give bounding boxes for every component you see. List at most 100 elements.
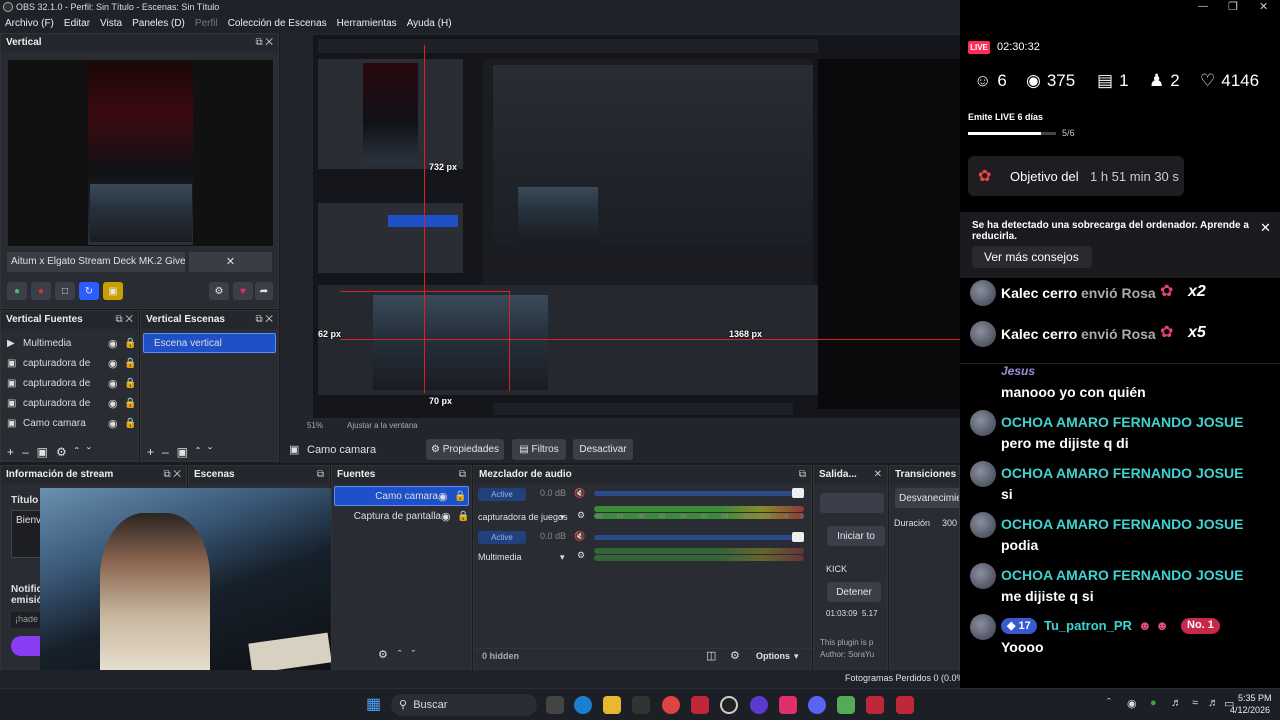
app-icon[interactable] (837, 696, 855, 714)
duration-value[interactable]: 300 (942, 518, 957, 528)
menu-ayuda[interactable]: Ayuda (H) (407, 18, 452, 33)
menu-editar[interactable]: Editar (64, 18, 90, 33)
app-icon[interactable] (866, 696, 884, 714)
clock-time[interactable]: 5:35 PM (1238, 693, 1272, 703)
mixer-options-button[interactable]: Options (756, 651, 790, 661)
tiktok-icon[interactable] (779, 696, 797, 714)
maximize-button[interactable]: ❐ (1228, 0, 1238, 13)
stop-stream-button[interactable]: Detener (827, 582, 881, 602)
visibility-icon[interactable]: ◉ (441, 510, 457, 523)
output-blank-button[interactable] (820, 493, 884, 513)
replay-icon[interactable]: ↻ (79, 282, 99, 300)
sources-toolbar[interactable]: ⚙ˆˇ (378, 648, 425, 661)
tray-chevron-icon[interactable]: ˆ (1107, 697, 1111, 709)
heart-icon[interactable]: ♥ (233, 282, 253, 300)
lock-icon[interactable]: 🔒 (124, 398, 138, 409)
options-chevron-icon[interactable]: ▾ (794, 651, 799, 662)
dock-close-icon[interactable]: ✕ (874, 469, 882, 481)
zoom-level[interactable]: 51% (307, 421, 323, 430)
visibility-icon[interactable]: ◉ (108, 417, 124, 430)
dock-float-icon[interactable]: ⧉ (459, 469, 466, 481)
tray-app-icon[interactable]: ● (1150, 697, 1157, 709)
volume-slider-handle[interactable] (792, 532, 804, 542)
volume-slider-handle[interactable] (792, 488, 804, 498)
lock-icon[interactable]: 🔒 (124, 358, 138, 369)
visibility-icon[interactable]: ◉ (108, 337, 124, 350)
scenes-toolbar-icons[interactable]: +–▣ˆˇ (147, 445, 220, 459)
app-icon[interactable] (691, 696, 709, 714)
mixer-settings-icon[interactable]: ⚙ (730, 649, 740, 662)
dock-float-icon[interactable]: ⧉ (317, 469, 324, 481)
tray-app-icon[interactable]: ◉ (1127, 697, 1137, 710)
transition-select[interactable]: Desvanecimien (895, 488, 959, 508)
chrome-icon[interactable] (662, 696, 680, 714)
dock-float-icon[interactable]: ⧉ (799, 469, 806, 481)
filters-button[interactable]: ▤ Filtros (512, 439, 566, 460)
channel-settings-icon[interactable]: ⚙ (577, 550, 585, 561)
close-warning-icon[interactable]: ✕ (1260, 220, 1271, 236)
settings-gear-icon[interactable]: ⚙ (209, 282, 229, 300)
edge-icon[interactable] (574, 696, 592, 714)
vertical-source-row[interactable]: ▣ capturadora de ◉ 🔒 (1, 393, 138, 413)
discord-icon[interactable] (808, 696, 826, 714)
main-preview-canvas[interactable] (313, 35, 960, 418)
source-row-camo[interactable]: Camo camara ◉ 🔒 (334, 486, 469, 506)
clock-date[interactable]: 4/12/2026 (1230, 705, 1270, 715)
dock-close-icon[interactable]: ⧉ ✕ (163, 469, 181, 481)
record-toggle-icon[interactable]: ● (7, 282, 27, 300)
volume-icon[interactable]: ♬ (1208, 697, 1219, 709)
fit-to-window[interactable]: Ajustar a la ventana (347, 421, 418, 430)
square-icon[interactable]: □ (55, 282, 75, 300)
task-view-icon[interactable] (546, 696, 564, 714)
visibility-icon[interactable]: ◉ (108, 377, 124, 390)
vertical-source-row[interactable]: ▣ Camo camara ◉ 🔒 (1, 413, 138, 433)
dock-close-icon[interactable]: ⧉ ✕ (115, 314, 133, 326)
obs-icon[interactable] (720, 696, 738, 714)
app-icon[interactable] (896, 696, 914, 714)
visibility-icon[interactable]: ◉ (108, 397, 124, 410)
close-window-button[interactable]: ✕ (1259, 0, 1268, 13)
properties-button[interactable]: ⚙ Propiedades (426, 439, 504, 460)
vertical-source-row[interactable]: ▶ Multimedia ◉ 🔒 (1, 333, 138, 353)
mute-icon[interactable]: 🔇 (574, 488, 585, 499)
vertical-preview[interactable] (8, 60, 273, 246)
menu-coleccion[interactable]: Colección de Escenas (228, 18, 327, 33)
menu-herramientas[interactable]: Herramientas (337, 18, 397, 33)
microphone-icon[interactable]: ♬ (1171, 697, 1182, 709)
channel-menu-icon[interactable]: ▾ (560, 552, 565, 563)
channel-menu-icon[interactable]: ▾ (560, 512, 565, 523)
menu-paneles[interactable]: Paneles (D) (132, 18, 185, 33)
hidden-count[interactable]: 0 hidden (482, 651, 519, 661)
scene-item-escena-vertical[interactable]: Escena vertical (143, 333, 276, 353)
menu-vista[interactable]: Vista (100, 18, 122, 33)
sources-toolbar-icons[interactable]: +–▣⚙ˆˇ (7, 445, 99, 459)
dock-close-icon[interactable]: ⧉ ✕ (255, 314, 273, 326)
lock-icon[interactable]: 🔒 (124, 418, 138, 429)
lock-icon[interactable]: 🔒 (457, 511, 471, 522)
channel-settings-icon[interactable]: ⚙ (577, 510, 585, 521)
lock-icon[interactable]: 🔒 (124, 378, 138, 389)
vertical-source-row[interactable]: ▣ capturadora de ◉ 🔒 (1, 373, 138, 393)
mute-icon[interactable]: 🔇 (574, 531, 585, 542)
visibility-icon[interactable]: ◉ (108, 357, 124, 370)
visibility-icon[interactable]: ◉ (438, 490, 454, 503)
stream-toggle-icon[interactable]: ● (31, 282, 51, 300)
menu-perfil[interactable]: Perfil (195, 18, 218, 33)
dock-float-close-icon[interactable]: ⧉ ✕ (255, 37, 273, 49)
deactivate-button[interactable]: Desactivar (573, 439, 633, 460)
lock-icon[interactable]: 🔒 (454, 491, 468, 502)
goal-card[interactable]: ✿ Objetivo del 1 h 51 min 30 s (968, 156, 1184, 196)
app-icon[interactable] (750, 696, 768, 714)
menu-archivo[interactable]: Archivo (F) (5, 18, 54, 33)
volume-slider[interactable] (594, 535, 804, 540)
windows-start-icon[interactable]: ▦ (366, 694, 384, 713)
more-tips-button[interactable]: Ver más consejos (972, 246, 1092, 268)
vertical-source-row[interactable]: ▣ capturadora de ◉ 🔒 (1, 353, 138, 373)
source-row-capture[interactable]: Captura de pantalla ◉ 🔒 (332, 506, 471, 526)
minimize-button[interactable]: — (1198, 1, 1208, 12)
share-icon[interactable]: ➦ (255, 282, 273, 300)
columns-icon[interactable]: ◫ (706, 649, 716, 662)
start-stream-button[interactable]: Iniciar to (827, 526, 885, 546)
screenshot-icon[interactable]: ▣ (103, 282, 123, 300)
wifi-icon[interactable]: ≈ (1192, 697, 1198, 709)
